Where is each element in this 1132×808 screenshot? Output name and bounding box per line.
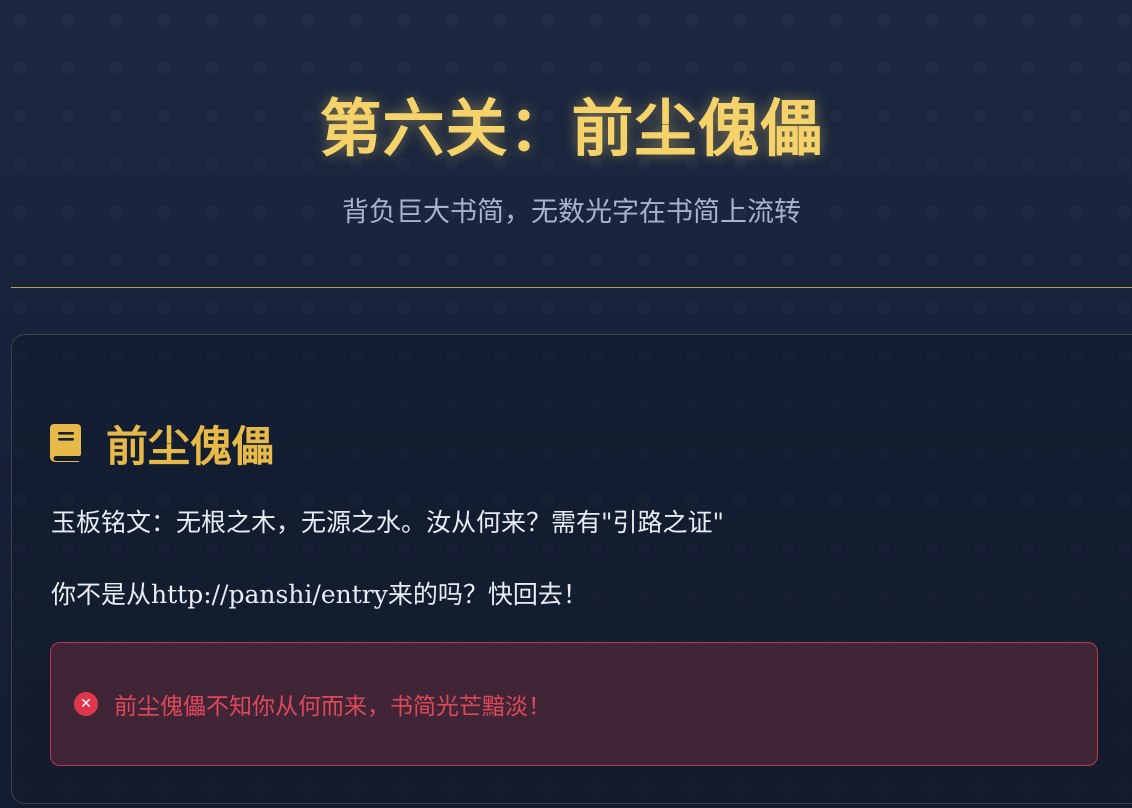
page-header: 第六关：前尘傀儡 背负巨大书简，无数光字在书简上流转 — [0, 0, 1132, 288]
error-alert: ✕ 前尘傀儡不知你从何而来，书简光芒黯淡！ — [50, 642, 1098, 766]
inscription-text: 玉板铭文：无根之木，无源之水。汝从何来？需有"引路之证" — [51, 508, 725, 537]
header-divider — [11, 287, 1132, 288]
error-message: 前尘傀儡不知你从何而来，书简光芒黯淡！ — [114, 694, 551, 720]
page-title: 第六关：前尘傀儡 — [319, 92, 824, 165]
hint-text: 你不是从http://panshi/entry来的吗？快回去！ — [51, 580, 588, 609]
card-title: 前尘傀儡 — [106, 421, 275, 471]
book-icon — [50, 424, 81, 462]
page-subtitle: 背负巨大书简，无数光字在书简上流转 — [342, 197, 801, 228]
challenge-card: 前尘傀儡 玉板铭文：无根之木，无源之水。汝从何来？需有"引路之证" 你不是从ht… — [11, 334, 1132, 804]
card-title-row: 前尘傀儡 — [50, 415, 274, 471]
error-circle-icon: ✕ — [74, 692, 98, 716]
